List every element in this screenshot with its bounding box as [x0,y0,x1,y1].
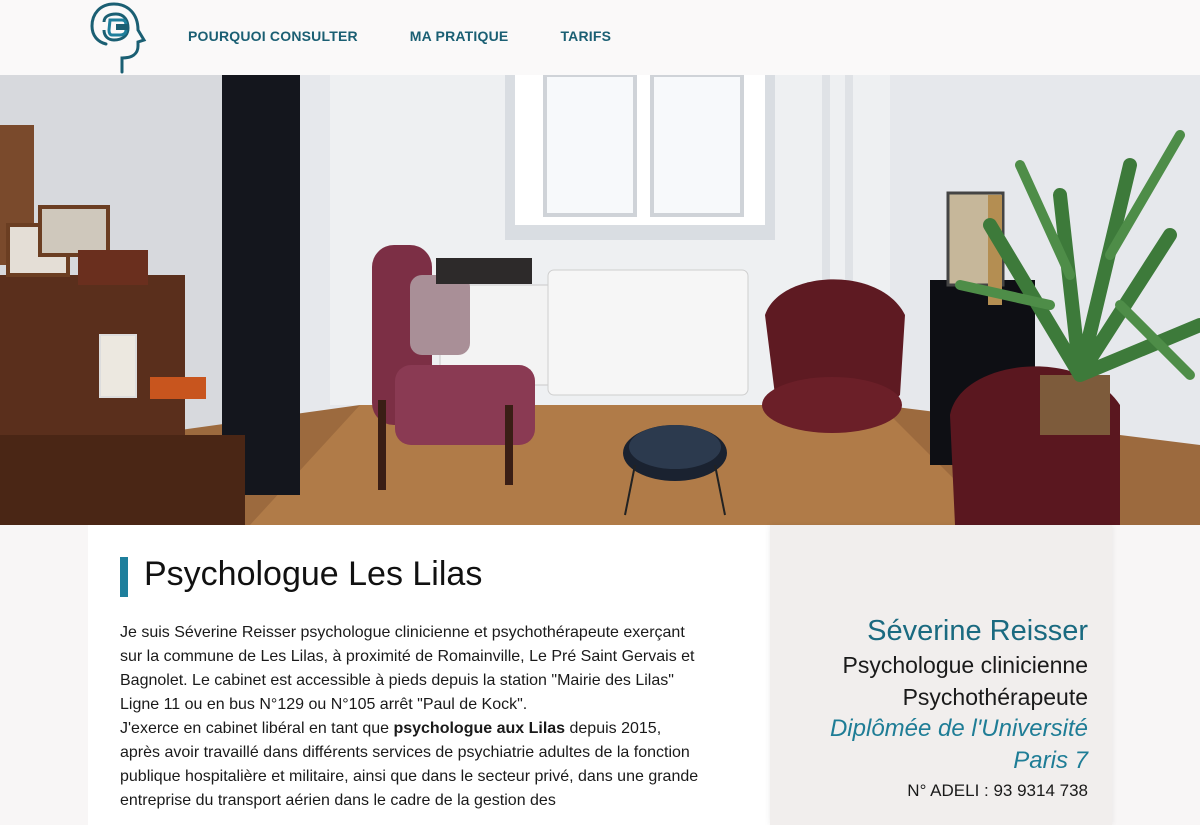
nav-tarifs[interactable]: TARIFS [560,28,611,44]
nav-ma-pratique[interactable]: MA PRATIQUE [410,28,509,44]
intro-paragraph-2: J'exerce en cabinet libéral en tant que … [120,717,700,813]
nav-pourquoi-consulter[interactable]: POURQUOI CONSULTER [188,28,358,44]
practitioner-info: Séverine Reisser Psychologue clinicienne… [788,613,1088,803]
practitioner-role-2: Psychothérapeute [902,684,1088,710]
title-accent-bar [120,557,128,597]
page-title: Psychologue Les Lilas [144,555,483,593]
intro-text: Je suis Séverine Reisser psychologue cli… [120,621,700,813]
main-nav: POURQUOI CONSULTER MA PRATIQUE TARIFS [188,28,611,44]
practitioner-name: Séverine Reisser [867,615,1088,647]
paragraph-2-start: J'exerce en cabinet libéral en tant que [120,720,394,737]
diploma-line-1: Diplômée de l'Université [829,715,1088,742]
practitioner-role-1: Psychologue clinicienne [842,652,1089,678]
hero-office-photo [0,75,1200,525]
site-header: POURQUOI CONSULTER MA PRATIQUE TARIFS [0,0,1200,75]
head-profile-logo-icon[interactable] [88,0,148,74]
diploma-line-2: Paris 7 [1013,747,1088,774]
practitioner-panel: Séverine Reisser Psychologue clinicienne… [770,525,1112,825]
adeli-number: N° ADELI : 93 9314 738 [907,781,1088,800]
paragraph-2-bold: psychologue aux Lilas [393,720,566,737]
intro-paragraph-1: Je suis Séverine Reisser psychologue cli… [120,624,695,713]
intro-card: Psychologue Les Lilas Je suis Séverine R… [88,525,770,825]
